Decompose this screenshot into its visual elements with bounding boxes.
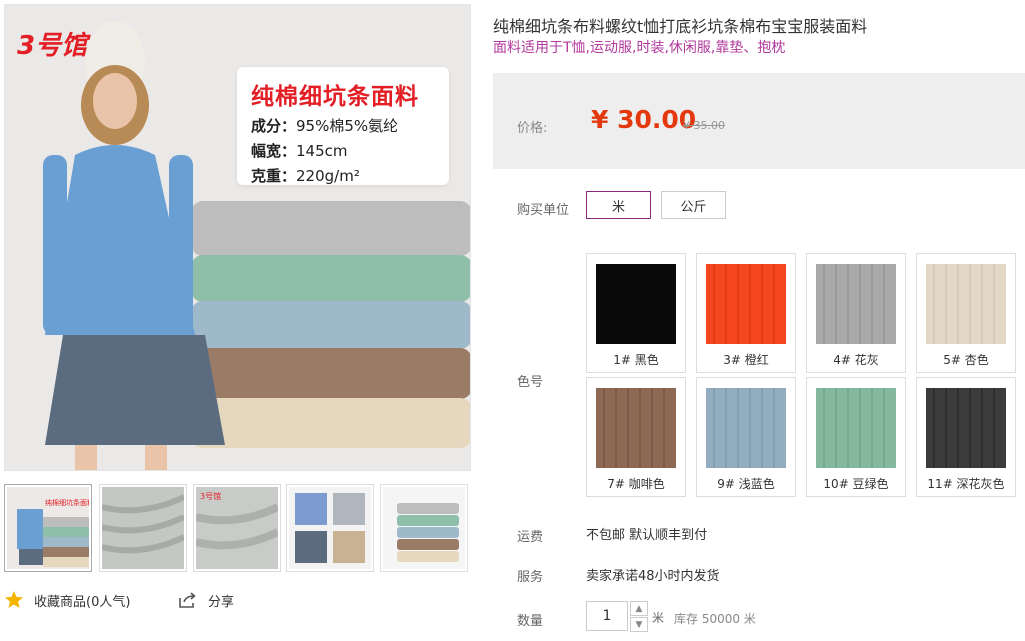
original-price: ¥ 35.00: [683, 119, 725, 132]
unit-option-meter[interactable]: 米: [586, 191, 651, 219]
quantity-unit: 米: [652, 611, 665, 625]
swatch-chip: [926, 264, 1006, 344]
star-icon: [4, 590, 24, 610]
thumbnail-2[interactable]: [99, 484, 187, 572]
swatch-chip: [706, 264, 786, 344]
favorite-button[interactable]: 收藏商品(0人气): [4, 590, 130, 610]
price-panel: 价格: ¥ 30.00 ¥ 35.00: [493, 73, 1025, 169]
share-label: 分享: [208, 594, 235, 610]
color-swatch-black[interactable]: 1# 黑色: [586, 253, 686, 373]
quantity-input[interactable]: [586, 601, 628, 631]
color-swatch-coffee[interactable]: 7# 咖啡色: [586, 377, 686, 497]
color-swatch-orange-red[interactable]: 3# 橙红: [696, 253, 796, 373]
thumbnail-1[interactable]: 纯棉细坑条面料: [4, 484, 92, 572]
product-title: 纯棉细坑条布料螺纹t恤打底衫坑条棉布宝宝服装面料: [493, 17, 868, 36]
swatch-label: 5# 杏色: [943, 353, 989, 367]
promo-card: 纯棉细坑条面料 成分：95%棉5%氨纶 幅宽：145cm 克重：220g/m²: [237, 67, 449, 185]
brand-logo: 3号馆: [17, 31, 88, 61]
chevron-down-icon: ▼: [635, 619, 643, 630]
promo-line-weight: 克重：220g/m²: [251, 167, 360, 185]
share-icon: [178, 590, 198, 610]
shipping-value: 不包邮 默认顺丰到付: [586, 528, 708, 543]
quantity-increase-button[interactable]: ▲: [630, 601, 648, 616]
gallery-actions: 收藏商品(0人气) 分享: [4, 590, 471, 610]
svg-text:纯棉细坑条面料: 纯棉细坑条面料: [45, 498, 89, 507]
color-label: 色号: [517, 375, 544, 390]
promo-line-width: 幅宽：145cm: [251, 142, 348, 160]
current-price: ¥ 30.00: [591, 105, 697, 134]
thumbnail-5[interactable]: [380, 484, 468, 572]
swatch-chip: [926, 388, 1006, 468]
unit-label: 购买单位: [517, 203, 570, 218]
color-swatch-heather-grey[interactable]: 4# 花灰: [806, 253, 906, 373]
swatch-chip: [816, 264, 896, 344]
swatch-label: 7# 咖啡色: [607, 477, 665, 491]
share-button[interactable]: 分享: [178, 590, 234, 610]
color-swatch-light-blue[interactable]: 9# 浅蓝色: [696, 377, 796, 497]
swatch-label: 9# 浅蓝色: [717, 477, 775, 491]
thumbnail-3[interactable]: 3号馆: [193, 484, 281, 572]
swatch-chip: [816, 388, 896, 468]
product-subtitle: 面料适用于T恤,运动服,时装,休闲服,靠垫、抱枕: [493, 40, 786, 56]
color-swatch-apricot[interactable]: 5# 杏色: [916, 253, 1016, 373]
promo-line-composition: 成分：95%棉5%氨纶: [251, 117, 399, 135]
swatch-label: 3# 橙红: [723, 353, 769, 367]
swatch-label: 1# 黑色: [613, 353, 659, 367]
chevron-up-icon: ▲: [635, 603, 643, 614]
promo-title: 纯棉细坑条面料: [251, 84, 419, 110]
price-label: 价格:: [517, 121, 548, 136]
color-swatch-bean-green[interactable]: 10# 豆绿色: [806, 377, 906, 497]
swatch-label: 10# 豆绿色: [823, 477, 889, 491]
main-product-image[interactable]: 3号馆 纯棉细坑条面料 成分：95%棉5%氨纶 幅宽：145cm 克重：220g…: [4, 4, 471, 471]
swatch-label: 4# 花灰: [833, 353, 879, 367]
swatch-chip: [706, 388, 786, 468]
service-value: 卖家承诺48小时内发货: [586, 569, 720, 584]
thumbnail-strip: 纯棉细坑条面料 3号馆: [4, 484, 471, 572]
shipping-label: 运费: [517, 530, 544, 545]
swatch-label: 11# 深花灰色: [927, 477, 1005, 491]
quantity-label: 数量: [517, 614, 544, 629]
stock-count: 库存 50000 米: [674, 612, 756, 626]
favorite-label: 收藏商品(0人气): [34, 594, 131, 610]
svg-text:3号馆: 3号馆: [200, 491, 221, 501]
swatch-chip: [596, 388, 676, 468]
thumbnail-4[interactable]: [286, 484, 374, 572]
color-swatch-dark-heather-grey[interactable]: 11# 深花灰色: [916, 377, 1016, 497]
fabric-stack-illustration: [191, 201, 470, 448]
service-label: 服务: [517, 570, 544, 585]
quantity-decrease-button[interactable]: ▼: [630, 617, 648, 632]
unit-option-kilogram[interactable]: 公斤: [661, 191, 726, 219]
swatch-chip: [596, 264, 676, 344]
